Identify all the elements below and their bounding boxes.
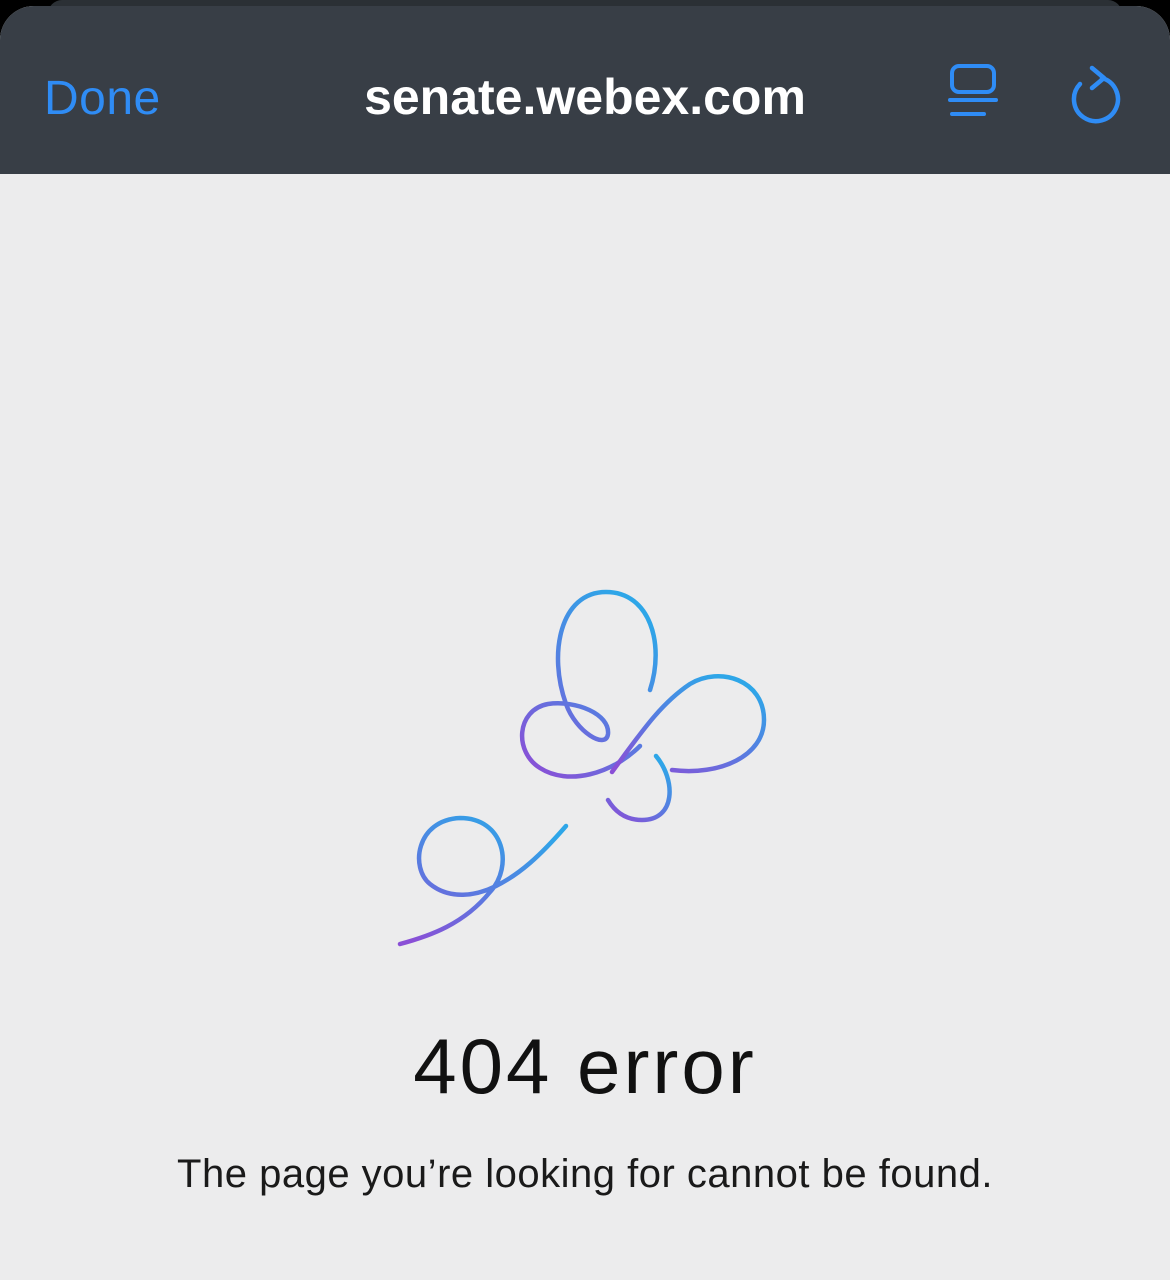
butterfly-icon [397, 589, 767, 947]
reload-icon [1071, 65, 1121, 124]
page-content: 404 error The page you’re looking for ca… [0, 174, 1170, 1280]
reader-view-icon [948, 64, 998, 116]
reload-button[interactable] [1058, 64, 1122, 128]
browser-sheet: Done senate.webex.com 404 error The page… [0, 6, 1170, 1280]
navigation-bar: Done senate.webex.com [0, 6, 1170, 174]
error-title: 404 error [413, 1022, 757, 1110]
error-message: The page you’re looking for cannot be fo… [177, 1152, 993, 1196]
done-button[interactable]: Done [44, 64, 161, 134]
butterfly-illustration [380, 584, 780, 964]
reader-view-button[interactable] [942, 62, 1006, 126]
